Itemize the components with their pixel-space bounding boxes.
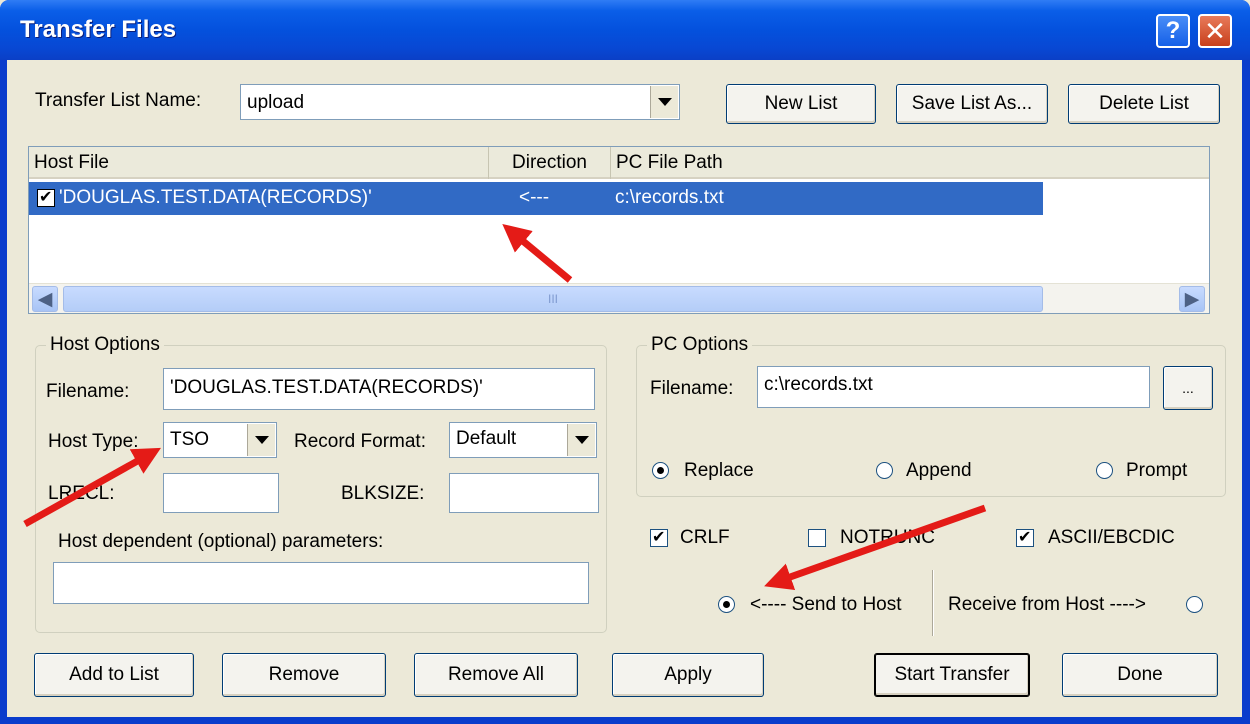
- lrecl-field[interactable]: [163, 473, 279, 513]
- prompt-label: Prompt: [1126, 460, 1188, 481]
- prompt-radio[interactable]: [1096, 462, 1113, 479]
- done-button[interactable]: Done: [1062, 653, 1218, 697]
- replace-label: Replace: [684, 460, 754, 481]
- delete-list-button[interactable]: Delete List: [1068, 84, 1220, 124]
- new-list-button[interactable]: New List: [726, 84, 876, 124]
- notrunc-checkbox[interactable]: [808, 529, 826, 547]
- remove-all-button[interactable]: Remove All: [414, 653, 578, 697]
- column-direction[interactable]: Direction: [489, 147, 611, 179]
- record-format-label: Record Format:: [294, 431, 426, 452]
- transfer-list-name-label: Transfer List Name:: [35, 90, 202, 111]
- lrecl-label: LRECL:: [48, 483, 115, 504]
- blksize-field[interactable]: [449, 473, 599, 513]
- column-pc-file-path[interactable]: PC File Path: [611, 147, 1211, 179]
- add-to-list-button[interactable]: Add to List: [34, 653, 194, 697]
- pc-filename-value: c:\records.txt: [764, 374, 873, 395]
- host-filename-field[interactable]: 'DOUGLAS.TEST.DATA(RECORDS)': [163, 368, 595, 410]
- help-button[interactable]: ?: [1156, 14, 1190, 48]
- host-filename-label: Filename:: [46, 381, 130, 402]
- horizontal-scrollbar[interactable]: ◀ III ▶: [29, 283, 1209, 313]
- row-pc-file-path: c:\records.txt: [615, 187, 724, 208]
- column-host-file[interactable]: Host File: [29, 147, 489, 179]
- table-row[interactable]: 'DOUGLAS.TEST.DATA(RECORDS)' <--- c:\rec…: [29, 182, 1043, 215]
- host-type-label: Host Type:: [48, 431, 139, 452]
- apply-button[interactable]: Apply: [612, 653, 764, 697]
- window-title: Transfer Files: [20, 16, 177, 43]
- scroll-thumb[interactable]: III: [63, 286, 1043, 312]
- list-header: Host File Direction PC File Path: [29, 147, 1209, 179]
- transfer-list-name-value: upload: [247, 92, 305, 113]
- record-format-value: Default: [456, 428, 517, 449]
- remove-button[interactable]: Remove: [222, 653, 386, 697]
- crlf-label: CRLF: [680, 527, 730, 548]
- pc-options-title: PC Options: [647, 334, 753, 356]
- start-transfer-button[interactable]: Start Transfer: [874, 653, 1030, 697]
- ascii-ebcdic-checkbox[interactable]: [1016, 527, 1034, 547]
- close-button[interactable]: ✕: [1198, 14, 1232, 48]
- append-label: Append: [906, 460, 972, 481]
- pc-filename-field[interactable]: c:\records.txt: [757, 366, 1150, 408]
- chevron-down-icon[interactable]: [650, 86, 678, 118]
- blksize-label: BLKSIZE:: [341, 483, 425, 504]
- title-bar[interactable]: Transfer Files ? ✕: [0, 0, 1250, 60]
- row-host-file: 'DOUGLAS.TEST.DATA(RECORDS)': [59, 187, 372, 208]
- row-checkbox[interactable]: [37, 187, 55, 207]
- notrunc-label: NOTRUNC: [840, 527, 935, 548]
- host-params-label: Host dependent (optional) parameters:: [58, 531, 384, 552]
- append-radio[interactable]: [876, 462, 893, 479]
- chevron-down-icon[interactable]: [567, 424, 595, 456]
- send-to-host-label: <---- Send to Host: [750, 594, 902, 615]
- chevron-down-icon[interactable]: [247, 424, 275, 456]
- host-type-value: TSO: [170, 429, 210, 450]
- grip-icon: III: [547, 292, 558, 306]
- scroll-left-icon[interactable]: ◀: [32, 286, 58, 312]
- host-filename-value: 'DOUGLAS.TEST.DATA(RECORDS)': [170, 377, 483, 398]
- pc-filename-label: Filename:: [650, 378, 734, 399]
- help-icon: ?: [1165, 17, 1181, 44]
- close-icon: ✕: [1204, 15, 1226, 46]
- ascii-ebcdic-label: ASCII/EBCDIC: [1048, 527, 1175, 548]
- browse-button[interactable]: ...: [1163, 366, 1213, 410]
- save-list-as-button[interactable]: Save List As...: [896, 84, 1048, 124]
- receive-from-host-label: Receive from Host ---->: [948, 594, 1146, 615]
- replace-radio[interactable]: [652, 462, 669, 479]
- transfer-file-list[interactable]: Host File Direction PC File Path 'DOUGLA…: [28, 146, 1210, 314]
- crlf-checkbox[interactable]: [650, 527, 668, 547]
- row-direction: <---: [519, 187, 550, 208]
- scroll-right-icon[interactable]: ▶: [1179, 286, 1205, 312]
- send-to-host-radio[interactable]: [718, 596, 735, 613]
- receive-from-host-radio[interactable]: [1186, 596, 1203, 613]
- transfer-list-name-combo[interactable]: upload: [240, 84, 680, 120]
- host-options-title: Host Options: [46, 334, 164, 356]
- direction-separator: [932, 570, 934, 636]
- host-params-field[interactable]: [53, 562, 589, 604]
